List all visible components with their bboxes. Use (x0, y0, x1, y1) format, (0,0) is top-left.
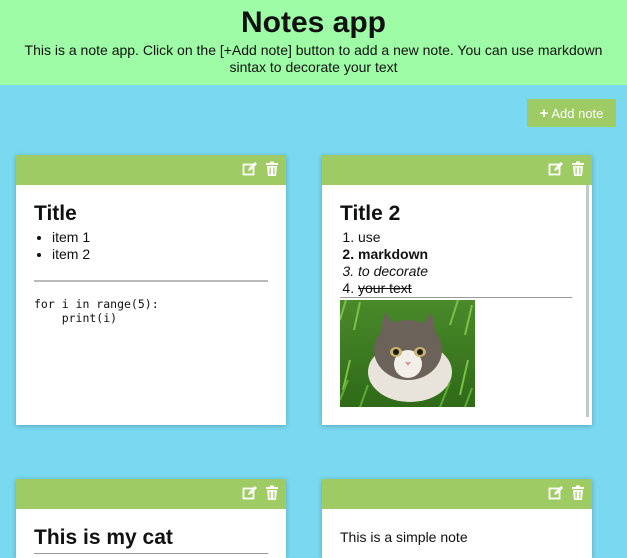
note-title: This is my cat (34, 526, 173, 549)
edit-icon[interactable] (242, 161, 258, 177)
note-card: Title item 1 item 2 for i in range(5): p… (16, 155, 286, 425)
edit-icon[interactable] (242, 485, 258, 501)
divider (340, 297, 572, 298)
note-title: Title (34, 202, 77, 225)
list-item: to decorate (358, 263, 574, 280)
note-scrollbar[interactable] (586, 185, 589, 417)
add-note-label: Add note (551, 105, 604, 121)
note-toolbar (322, 155, 592, 185)
note-toolbar (322, 479, 592, 509)
note-ordered-list: use markdown to decorate your text (340, 229, 574, 297)
note-card: This is a simple note (322, 479, 592, 558)
edit-icon[interactable] (548, 161, 564, 177)
divider (34, 280, 268, 282)
divider (34, 553, 268, 554)
code-block: for i in range(5): print(i) (34, 297, 159, 325)
list-item: your text (358, 280, 574, 297)
note-card: This is my cat (16, 479, 286, 558)
trash-icon[interactable] (264, 485, 280, 501)
cat-image (340, 300, 475, 407)
note-text: This is a simple note (340, 529, 468, 545)
note-title: Title 2 (340, 202, 401, 225)
app-header: Notes app This is a note app. Click on t… (0, 0, 627, 85)
trash-icon[interactable] (264, 161, 280, 177)
note-card: Title 2 use markdown to decorate your te… (322, 155, 592, 425)
edit-icon[interactable] (548, 485, 564, 501)
list-item: use (358, 229, 574, 246)
trash-icon[interactable] (570, 161, 586, 177)
trash-icon[interactable] (570, 485, 586, 501)
list-item: item 2 (52, 246, 268, 263)
app-title: Notes app (240, 6, 387, 39)
note-toolbar (16, 479, 286, 509)
plus-icon: + (539, 104, 549, 122)
list-item: item 1 (52, 229, 268, 246)
note-toolbar (16, 155, 286, 185)
list-item: markdown (358, 246, 574, 263)
note-list: item 1 item 2 (34, 229, 268, 263)
app-description: This is a note app. Click on the [+Add n… (24, 42, 603, 75)
add-note-button[interactable]: + Add note (527, 99, 616, 127)
